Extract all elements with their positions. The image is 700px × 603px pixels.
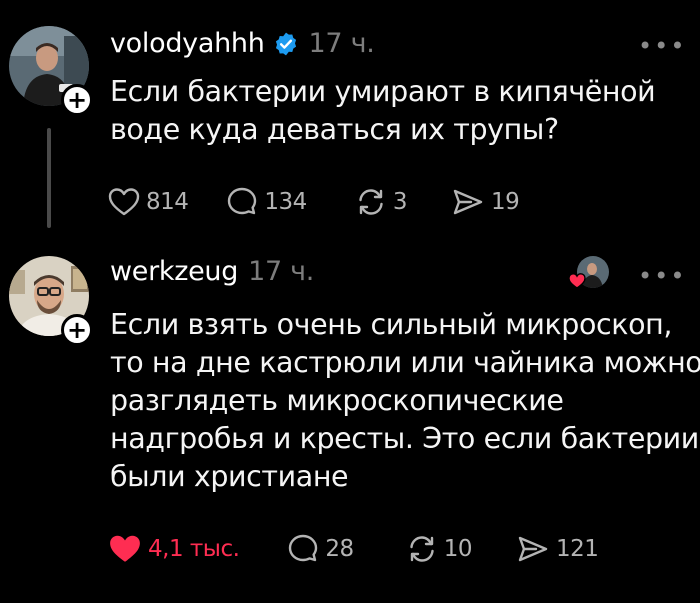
post-text-line: воде куда деваться их трупы? <box>110 113 559 146</box>
like-count: 4,1 тыс. <box>148 536 240 562</box>
post-text: Если бактерии умирают в кипячёной воде к… <box>110 73 656 149</box>
comment-icon <box>228 187 257 215</box>
share-count: 121 <box>555 536 599 562</box>
post-text: Если взять очень сильный микроскоп, то н… <box>110 306 700 496</box>
post-header: werkzeug 17 ч. <box>110 256 314 287</box>
comment-icon <box>289 534 318 562</box>
heart-icon <box>568 273 586 289</box>
like-button[interactable]: 814 <box>108 187 189 217</box>
like-button[interactable]: 4,1 тыс. <box>108 533 240 565</box>
share-button[interactable]: 121 <box>516 534 599 564</box>
share-button[interactable]: 19 <box>451 187 520 217</box>
post-actions: 4,1 тыс. 28 10 121 <box>108 533 599 565</box>
heart-filled-icon <box>110 535 140 562</box>
more-options-icon[interactable]: ••• <box>638 264 686 288</box>
repost-icon <box>409 536 434 562</box>
repost-count: 3 <box>392 189 408 215</box>
share-count: 19 <box>490 189 520 215</box>
post-text-line: Если взять очень сильный микроскоп, <box>110 308 673 341</box>
comment-button[interactable]: 134 <box>226 186 307 218</box>
post-text-line: то на дне кастрюли или чайника можно <box>110 346 700 379</box>
post-actions: 814 134 3 19 <box>108 186 520 218</box>
username[interactable]: werkzeug <box>110 256 238 287</box>
username[interactable]: volodyahhh <box>110 28 265 59</box>
heart-icon <box>108 188 140 216</box>
repost-button[interactable]: 10 <box>406 534 472 564</box>
post-text-line: надгробья и кресты. Это если бактерии <box>110 422 699 455</box>
post-text-line: Если бактерии умирают в кипячёной <box>110 75 656 108</box>
post-text-line: разглядеть микроскопические <box>110 384 564 417</box>
repost-count: 10 <box>443 536 473 562</box>
post-werkzeug: + werkzeug 17 ч. ••• Если взять очень си… <box>0 240 700 603</box>
post-volodyahhh: + volodyahhh 17 ч. ••• Если бактерии уми… <box>0 0 700 240</box>
comment-count: 134 <box>264 189 307 215</box>
send-icon <box>518 536 548 562</box>
like-count: 814 <box>146 189 189 215</box>
thread-connector <box>47 128 51 228</box>
follow-plus-icon[interactable]: + <box>61 84 93 116</box>
repost-button[interactable]: 3 <box>355 187 407 217</box>
comment-count: 28 <box>325 536 354 562</box>
follow-plus-icon[interactable]: + <box>61 314 93 346</box>
post-time: 17 ч. <box>248 256 315 287</box>
repost-icon <box>359 189 383 215</box>
comment-button[interactable]: 28 <box>287 533 354 565</box>
more-options-icon[interactable]: ••• <box>638 34 686 58</box>
post-header: volodyahhh 17 ч. <box>110 28 375 59</box>
post-text-line: были христиане <box>110 460 349 493</box>
post-time: 17 ч. <box>308 28 375 59</box>
send-icon <box>453 189 483 215</box>
verified-badge-icon <box>273 31 299 57</box>
